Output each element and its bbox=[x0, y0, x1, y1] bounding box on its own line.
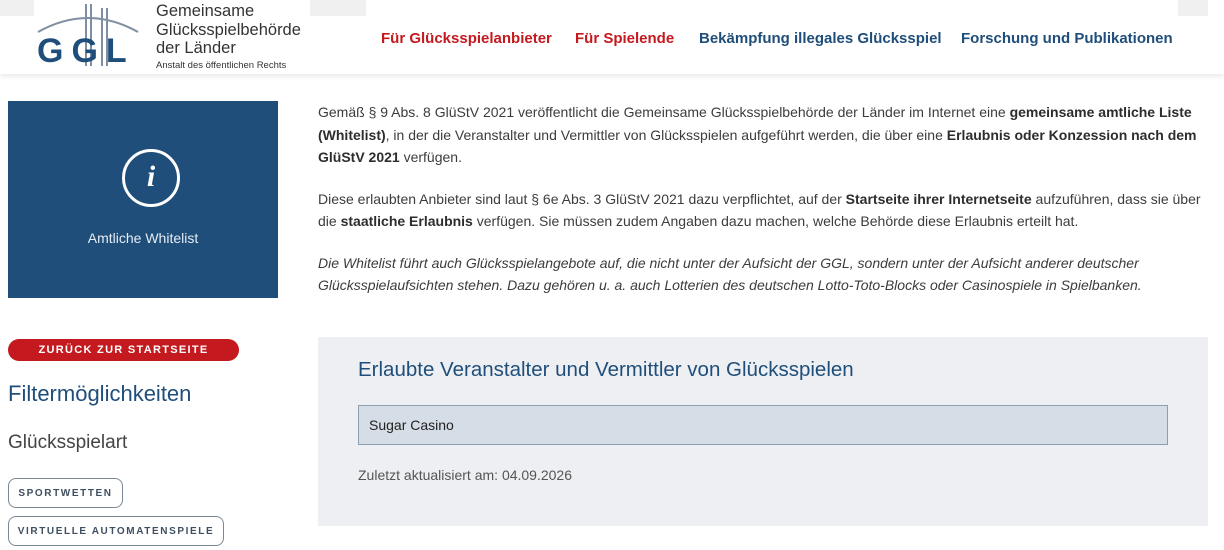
intro-paragraph-3: Die Whitelist führt auch Glücksspielange… bbox=[318, 254, 1142, 294]
whitelist-tile[interactable]: i Amtliche Whitelist bbox=[8, 101, 278, 298]
whitelist-tile-label: Amtliche Whitelist bbox=[87, 230, 199, 246]
intro-text-run: , in der die Veranstalter und Vermittler… bbox=[385, 126, 947, 143]
info-circle-icon: i bbox=[122, 149, 180, 207]
logo-subtitle: Anstalt des öffentlichen Rechts bbox=[156, 59, 287, 71]
filter-chip-sportwetten[interactable]: SPORTWETTEN bbox=[8, 478, 123, 508]
nav-item-spielende[interactable]: Für Spielende bbox=[575, 30, 674, 47]
logo-line-2: Glücksspielbehörde bbox=[156, 20, 301, 39]
ggl-logo[interactable]: GGL Gemeinsame Glücksspielbehörde der Lä… bbox=[34, 0, 310, 74]
search-input[interactable] bbox=[358, 405, 1168, 445]
filter-chip-virtuelle-automatenspiele[interactable]: VIRTUELLE AUTOMATENSPIELE bbox=[8, 516, 224, 546]
last-updated-text: Zuletzt aktualisiert am: 04.09.2026 bbox=[358, 467, 573, 483]
search-panel-title: Erlaubte Veranstalter und Vermittler von… bbox=[358, 358, 854, 381]
intro-text-run: verfügen. Sie müssen zudem Angaben dazu … bbox=[472, 213, 1079, 229]
filter-category-heading: Glücksspielart bbox=[8, 432, 128, 453]
filter-title: Filtermöglichkeiten bbox=[8, 381, 192, 406]
nav-item-gluecksspielanbieter[interactable]: Für Glücksspielanbieter bbox=[381, 30, 552, 47]
header-shade bbox=[1178, 0, 1208, 16]
logo-line-1: Gemeinsame bbox=[156, 2, 255, 20]
nav-item-illegales-gluecksspiel[interactable]: Bekämpfung illegales Glücksspiel bbox=[699, 30, 942, 47]
logo-wordmark: Gemeinsame Glücksspielbehörde der Länder… bbox=[156, 2, 301, 72]
intro-text-run: Diese erlaubten Anbieter sind laut § 6e … bbox=[318, 190, 846, 207]
intro-text: Gemäß § 9 Abs. 8 GlüStV 2021 veröffentli… bbox=[318, 101, 1206, 316]
svg-text:GGL: GGL bbox=[37, 32, 135, 70]
intro-emphasis: staatliche Erlaubnis bbox=[340, 213, 473, 229]
intro-emphasis: Startseite ihrer Internetseite bbox=[845, 190, 1032, 207]
header-shade bbox=[310, 0, 366, 16]
header-shade bbox=[0, 0, 34, 16]
site-header: GGL Gemeinsame Glücksspielbehörde der Lä… bbox=[0, 0, 1224, 74]
logo-line-3: der Länder bbox=[156, 39, 236, 57]
intro-text-run: verfügen. bbox=[399, 149, 462, 165]
intro-paragraph-1: Gemäß § 9 Abs. 8 GlüStV 2021 veröffentli… bbox=[318, 101, 1206, 169]
ggl-logo-mark-icon: GGL bbox=[37, 4, 139, 70]
back-to-home-button[interactable]: ZURÜCK ZUR STARTSEITE bbox=[8, 339, 239, 361]
search-panel: Erlaubte Veranstalter und Vermittler von… bbox=[318, 337, 1208, 526]
intro-text-run: Gemäß § 9 Abs. 8 GlüStV 2021 veröffentli… bbox=[318, 104, 1010, 120]
nav-item-forschung[interactable]: Forschung und Publikationen bbox=[961, 30, 1173, 47]
intro-paragraph-2: Diese erlaubten Anbieter sind laut § 6e … bbox=[318, 188, 1206, 233]
